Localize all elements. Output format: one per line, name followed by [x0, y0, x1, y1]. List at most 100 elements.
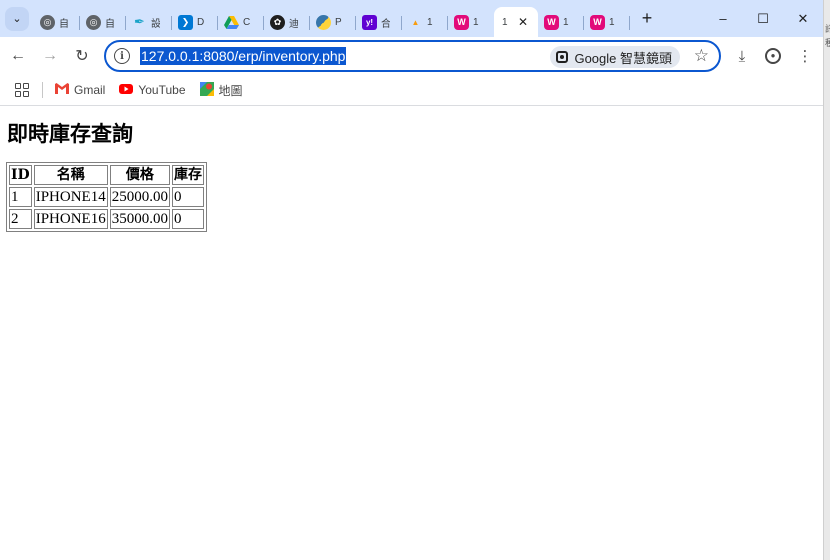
maximize-icon: ☐: [757, 10, 769, 26]
minimize-button[interactable]: –: [703, 0, 743, 37]
tab-title: P: [335, 16, 342, 28]
tab-search-button[interactable]: ⌄: [5, 6, 29, 31]
background-window-edge: 訊 種: [823, 0, 830, 560]
openai-icon: ✿: [270, 14, 285, 30]
page-title: 即時庫存查詢: [7, 122, 133, 146]
tab-9[interactable]: ▲ 1: [402, 7, 448, 37]
gmail-icon: [55, 83, 69, 97]
bookmark-label: Gmail: [74, 83, 106, 97]
table-row: 1 IPHONE14 25000.00 0: [9, 187, 204, 207]
tab-title: D: [197, 16, 205, 28]
cell-id: 2: [9, 209, 32, 229]
reload-button[interactable]: ↻: [66, 40, 98, 72]
tab-title: 迪: [289, 18, 298, 30]
close-tab-icon[interactable]: ✕: [518, 15, 528, 29]
tab-5[interactable]: C: [218, 7, 264, 37]
tab-1[interactable]: ◎ 自: [34, 7, 80, 37]
lens-icon: [556, 51, 569, 63]
toolbar: ← → ↻ i 127.0.0.1:8080/erp/inventory.php…: [0, 37, 823, 75]
table-row: 2 IPHONE16 35000.00 0: [9, 209, 204, 229]
column-header-name: 名稱: [33, 165, 108, 185]
lens-label: Google 智慧鏡頭: [574, 50, 672, 66]
menu-button[interactable]: ⋮: [789, 37, 821, 75]
tab-6[interactable]: ✿ 迪: [264, 7, 310, 37]
bookmark-maps[interactable]: 地圖: [199, 81, 243, 99]
plus-icon: +: [641, 8, 653, 28]
more-vert-icon: ⋮: [797, 48, 813, 65]
tab-3[interactable]: ✒ 設: [126, 7, 172, 37]
tab-7[interactable]: P: [310, 7, 356, 37]
google-drive-icon: [224, 15, 239, 30]
tab-strip: ⌄ ◎ 自 ◎ 自 ✒ 設 ❯ D C ✿ 迪 P y! 合 ▲ 1 W 1 1…: [0, 0, 823, 37]
bookmark-youtube[interactable]: YouTube: [119, 83, 186, 97]
apps-icon[interactable]: [15, 83, 29, 97]
wamp-icon: W: [454, 14, 469, 30]
tab-2[interactable]: ◎ 自: [80, 7, 126, 37]
arrow-left-icon: ←: [10, 47, 26, 64]
page-content: 即時庫存查詢 ID 名稱 價格 庫存 1 IPHONE14 25000.00 0: [0, 107, 823, 560]
tab-title: 合: [381, 18, 390, 30]
bookmark-star-icon[interactable]: ☆: [694, 46, 709, 66]
maximize-button[interactable]: ☐: [743, 0, 783, 37]
new-tab-button[interactable]: +: [634, 6, 660, 32]
tab-title: 設: [151, 18, 160, 30]
profile-button[interactable]: ●: [757, 37, 789, 75]
profile-icon: ●: [765, 48, 781, 64]
site-info-icon[interactable]: i: [114, 48, 130, 64]
bookmark-gmail[interactable]: Gmail: [55, 83, 105, 97]
bookmark-label: 地圖: [218, 83, 243, 98]
cell-id: 1: [9, 187, 32, 207]
tab-title: 1: [502, 16, 508, 28]
tab-8[interactable]: y! 合: [356, 7, 402, 37]
forward-button[interactable]: →: [34, 40, 66, 72]
yahoo-icon: y!: [362, 14, 377, 30]
youtube-icon: [119, 83, 134, 97]
bookmarks-divider: [42, 82, 43, 98]
vscode-icon: ❯: [178, 14, 193, 30]
tab-10[interactable]: W 1: [448, 7, 494, 37]
globe-icon: ◎: [40, 14, 55, 30]
cell-name: IPHONE16: [33, 209, 108, 229]
wamp-icon: W: [544, 14, 559, 30]
minimize-icon: –: [719, 11, 727, 26]
tab-title: 自: [105, 18, 114, 30]
bookmark-label: YouTube: [138, 83, 186, 97]
downloads-button[interactable]: ⤓: [726, 37, 758, 75]
download-icon: ⤓: [738, 47, 746, 65]
inventory-table: ID 名稱 價格 庫存 1 IPHONE14 25000.00 0 2 IPHO…: [6, 162, 207, 232]
maps-icon: [199, 81, 214, 99]
bookmarks-bar: Gmail YouTube 地圖: [0, 75, 823, 106]
tab-title: 1: [609, 16, 615, 28]
address-bar[interactable]: i 127.0.0.1:8080/erp/inventory.php Googl…: [104, 40, 721, 72]
edge-text: 訊: [825, 22, 830, 36]
table-header-row: ID 名稱 價格 庫存: [9, 165, 204, 185]
url-text[interactable]: 127.0.0.1:8080/erp/inventory.php: [140, 47, 347, 65]
cell-name: IPHONE14: [33, 187, 108, 207]
chevron-down-icon: ⌄: [12, 13, 22, 25]
phpmyadmin-icon: ▲: [411, 17, 420, 27]
tab-title: 1: [473, 16, 479, 28]
tab-title: 自: [59, 18, 68, 30]
tab-12[interactable]: W 1: [538, 7, 584, 37]
cell-stock: 0: [171, 209, 204, 229]
google-lens-button[interactable]: Google 智慧鏡頭: [550, 46, 680, 68]
wamp-icon: W: [590, 14, 605, 30]
browser-window: ⌄ ◎ 自 ◎ 自 ✒ 設 ❯ D C ✿ 迪 P y! 合 ▲ 1 W 1 1…: [0, 0, 823, 560]
tab-13[interactable]: W 1: [584, 7, 630, 37]
column-header-stock: 庫存: [171, 165, 204, 185]
cell-price: 25000.00: [109, 187, 170, 207]
column-header-id: ID: [9, 165, 32, 185]
close-icon: ✕: [797, 10, 809, 26]
tab-4[interactable]: ❯ D: [172, 7, 218, 37]
arrow-right-icon: →: [42, 47, 58, 64]
column-header-price: 價格: [109, 165, 170, 185]
tab-title: 1: [427, 16, 433, 28]
python-icon: [316, 14, 331, 30]
tab-active[interactable]: 1 ✕: [494, 7, 538, 37]
tab-title: C: [243, 16, 251, 28]
close-window-button[interactable]: ✕: [783, 0, 823, 37]
cell-price: 35000.00: [109, 209, 170, 229]
cell-stock: 0: [171, 187, 204, 207]
back-button[interactable]: ←: [2, 40, 34, 72]
tab-title: 1: [563, 16, 569, 28]
